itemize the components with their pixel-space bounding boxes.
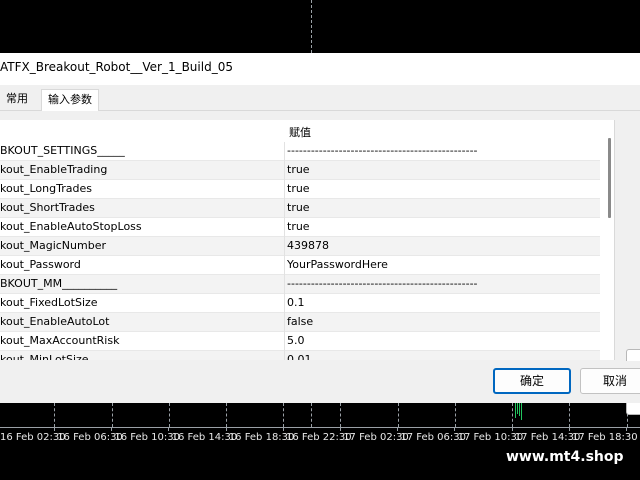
parameter-name: kout_EnableTrading — [0, 163, 108, 176]
time-axis-label: 16 Feb 22:30 — [286, 432, 352, 443]
parameter-name: kout_MaxAccountRisk — [0, 334, 120, 347]
parameter-value[interactable]: 439878 — [287, 239, 329, 252]
parameter-value[interactable]: true — [287, 182, 310, 195]
time-axis-tick — [54, 427, 55, 431]
parameter-value[interactable]: 0.1 — [287, 296, 305, 309]
table-row[interactable]: kout_EnableAutoLot false — [0, 313, 600, 332]
value-column-header[interactable]: 赋值 — [289, 124, 311, 140]
tab-strip: 常用 输入参数 — [0, 85, 640, 112]
time-axis-tick — [168, 427, 170, 431]
chart-gridline — [455, 403, 456, 427]
time-axis-tick — [454, 427, 456, 431]
chart-gridline — [340, 403, 341, 427]
parameter-value[interactable]: true — [287, 201, 310, 214]
time-axis-label: 17 Feb 02:30 — [343, 432, 409, 443]
watermark-text: www.mt4.shop — [496, 444, 640, 470]
time-axis — [0, 427, 640, 428]
time-axis-label: 17 Feb 06:30 — [400, 432, 466, 443]
time-axis-label: 17 Feb 10:30 — [457, 432, 524, 443]
dialog-title: ATFX_Breakout_Robot__Ver_1_Build_05 — [0, 60, 233, 74]
parameters-table: 赋值 BKOUT_SETTINGS_____ ------------------… — [0, 120, 615, 360]
table-row[interactable]: kout_EnableAutoStopLoss true — [0, 218, 600, 237]
parameter-name: kout_FixedLotSize — [0, 296, 98, 309]
time-axis-tick — [111, 427, 113, 431]
chart-candle — [521, 402, 522, 420]
time-axis-label: 16 Feb 18:30 — [228, 432, 295, 443]
tab-input-parameters[interactable]: 输入参数 — [41, 89, 99, 112]
parameter-name: kout_MinLotSize — [0, 353, 89, 360]
dialog-footer: 确定 取消 — [0, 361, 640, 403]
time-axis-tick — [626, 427, 627, 431]
cancel-button[interactable]: 取消 — [580, 368, 640, 394]
time-axis-label: 17 Feb 14:30 — [514, 432, 581, 443]
time-axis-label: 17 Feb 18:30 — [572, 432, 638, 443]
ok-button[interactable]: 确定 — [493, 368, 571, 394]
table-row[interactable]: kout_MagicNumber 439878 — [0, 237, 600, 256]
time-axis-label: 16 Feb 02:30 — [0, 432, 66, 443]
time-axis-label: 16 Feb 10:30 — [114, 432, 180, 443]
table-row[interactable]: kout_MinLotSize 0.01 — [0, 351, 600, 360]
table-row[interactable]: kout_ShortTrades true — [0, 199, 600, 218]
table-row[interactable]: kout_FixedLotSize 0.1 — [0, 294, 600, 313]
chart-gridline — [169, 403, 170, 427]
parameter-name: BKOUT_SETTINGS_____ — [0, 144, 125, 157]
parameter-name: BKOUT_MM__________ — [0, 277, 118, 290]
time-axis-tick — [225, 427, 227, 431]
scrollbar-thumb[interactable] — [608, 138, 611, 218]
parameter-name: kout_Password — [0, 258, 81, 271]
table-row[interactable]: kout_LongTrades true — [0, 180, 600, 199]
table-row[interactable]: BKOUT_MM__________ ----------------------… — [0, 275, 600, 294]
chart-gridline — [283, 403, 284, 427]
parameter-name: kout_LongTrades — [0, 182, 92, 195]
table-row[interactable]: kout_EnableTrading true — [0, 161, 600, 180]
chart-gridline — [512, 403, 513, 427]
parameter-value[interactable]: true — [287, 163, 310, 176]
parameter-name: kout_MagicNumber — [0, 239, 106, 252]
time-axis-tick — [397, 427, 399, 431]
chart-gridline — [311, 403, 312, 427]
chart-gridline — [311, 0, 312, 53]
time-axis-tick — [282, 427, 284, 431]
ea-properties-dialog: ATFX_Breakout_Robot__Ver_1_Build_05 常用 输… — [0, 53, 640, 415]
table-row[interactable]: kout_Password YourPasswordHere — [0, 256, 600, 275]
parameter-value[interactable]: ----------------------------------------… — [287, 277, 478, 290]
parameter-name: kout_ShortTrades — [0, 201, 95, 214]
chart-gridline — [569, 403, 570, 427]
time-axis-tick — [511, 427, 513, 431]
chart-gridline — [112, 403, 113, 427]
column-separator — [284, 142, 285, 360]
time-axis-tick — [568, 427, 570, 431]
parameter-name: kout_EnableAutoLot — [0, 315, 110, 328]
parameter-name: kout_EnableAutoStopLoss — [0, 220, 142, 233]
dialog-title-bar[interactable]: ATFX_Breakout_Robot__Ver_1_Build_05 — [0, 53, 640, 85]
time-axis-label: 16 Feb 06:30 — [57, 432, 123, 443]
screen: 16 Feb 02:30 16 Feb 06:30 16 Feb 10:30 16 F… — [0, 0, 640, 480]
tab-content: 赋值 BKOUT_SETTINGS_____ ------------------… — [0, 111, 640, 415]
parameter-value[interactable]: YourPasswordHere — [287, 258, 388, 271]
vertical-scrollbar[interactable] — [600, 120, 614, 360]
parameter-value[interactable]: 5.0 — [287, 334, 305, 347]
chart-gridline — [398, 403, 399, 427]
parameter-value[interactable]: 0.01 — [287, 353, 312, 360]
table-row[interactable]: BKOUT_SETTINGS_____ ---------------------… — [0, 142, 600, 161]
time-axis-tick — [340, 427, 341, 431]
parameter-value[interactable]: ----------------------------------------… — [287, 144, 478, 157]
chart-gridline — [226, 403, 227, 427]
table-header: 赋值 — [0, 120, 600, 142]
chart-gridline — [54, 403, 55, 427]
time-axis-label: 16 Feb 14:30 — [171, 432, 238, 443]
table-row[interactable]: kout_MaxAccountRisk 5.0 — [0, 332, 600, 351]
parameter-value[interactable]: true — [287, 220, 310, 233]
tab-common[interactable]: 常用 — [0, 89, 36, 111]
parameter-value[interactable]: false — [287, 315, 313, 328]
